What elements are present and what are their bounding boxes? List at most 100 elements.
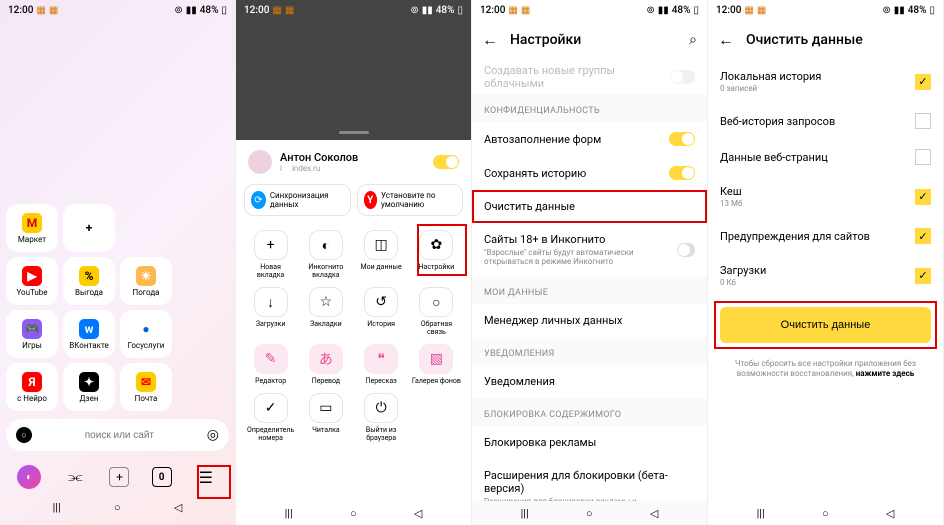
- user-toggle[interactable]: [433, 155, 459, 169]
- search-input[interactable]: [38, 430, 201, 441]
- share-icon[interactable]: ⫘: [63, 465, 87, 489]
- menu-item[interactable]: ▭Читалка: [299, 391, 352, 444]
- menu-icon: ▭: [309, 393, 343, 423]
- sync-pill[interactable]: ⟳Синхронизация данных: [244, 184, 351, 216]
- setting-row[interactable]: Менеджер личных данных: [472, 304, 707, 337]
- app-icon: ●: [136, 319, 156, 339]
- search-bar[interactable]: ○ ◎: [6, 419, 229, 451]
- recent-icon[interactable]: |||: [757, 507, 765, 520]
- toggle[interactable]: [669, 166, 695, 180]
- menu-label: Новая вкладка: [246, 263, 295, 279]
- recent-icon[interactable]: |||: [521, 507, 529, 520]
- app-tile[interactable]: ММаркет: [6, 204, 58, 252]
- app-tile[interactable]: %Выгода: [63, 257, 115, 305]
- menu-item[interactable]: ✎Редактор: [244, 342, 297, 387]
- checkbox[interactable]: [915, 113, 931, 129]
- checkbox[interactable]: ✓: [915, 74, 931, 90]
- check-row[interactable]: Кеш13 Мб✓: [708, 175, 943, 218]
- app-tile[interactable]: +: [63, 204, 115, 252]
- tabs-icon[interactable]: 0: [152, 467, 172, 487]
- app-tile[interactable]: Яс Нейро: [6, 363, 58, 411]
- browser-bottom-bar: ◐ ⫘ + 0 ☰: [6, 459, 229, 495]
- menu-item[interactable]: ⏻Выйти из браузера: [355, 391, 408, 444]
- setting-row[interactable]: Блокировка рекламы: [472, 426, 707, 459]
- back-icon[interactable]: ◁: [174, 501, 182, 514]
- menu-item[interactable]: ☆Закладки: [299, 285, 352, 338]
- drag-handle-icon[interactable]: [339, 131, 369, 134]
- back-icon[interactable]: ←: [482, 30, 498, 50]
- menu-label: Обратная связь: [412, 320, 461, 336]
- menu-item[interactable]: ❝Пересказ: [355, 342, 408, 387]
- search-icon[interactable]: ⌕: [689, 32, 697, 48]
- menu-item[interactable]: + Новая вкладка: [244, 228, 297, 281]
- app-tile[interactable]: wВКонтакте: [63, 310, 115, 358]
- toggle[interactable]: [670, 70, 695, 84]
- setting-row[interactable]: Автозаполнение форм: [472, 122, 707, 156]
- check-row[interactable]: Данные веб-страниц: [708, 139, 943, 175]
- battery-pct: 48%: [672, 5, 691, 16]
- row-label: Загрузки: [720, 264, 766, 277]
- setting-row[interactable]: Уведомления: [472, 365, 707, 398]
- checkbox[interactable]: [915, 149, 931, 165]
- menu-item[interactable]: ▧Галерея фонов: [410, 342, 463, 387]
- menu-icon[interactable]: ☰: [194, 465, 218, 489]
- user-row[interactable]: Антон Соколов iindex.ru: [244, 150, 463, 174]
- back-icon[interactable]: ◁: [414, 507, 422, 520]
- bottom-sheet: Антон Соколов iindex.ru ⟳Синхронизация д…: [236, 140, 471, 525]
- alice-icon[interactable]: ◐: [17, 465, 41, 489]
- menu-icon: ☆: [309, 287, 343, 317]
- menu-item[interactable]: あПеревод: [299, 342, 352, 387]
- menu-label: Настройки: [419, 263, 455, 271]
- checkbox[interactable]: ✓: [915, 189, 931, 205]
- checkbox[interactable]: ✓: [915, 228, 931, 244]
- app-icon-indicator: ▦: [285, 5, 294, 16]
- home-icon[interactable]: ○: [114, 501, 121, 514]
- home-icon[interactable]: ○: [586, 507, 593, 520]
- new-tab-icon[interactable]: +: [109, 467, 129, 487]
- checkbox[interactable]: ✓: [915, 268, 931, 284]
- default-pill[interactable]: YУстановите по умолчанию: [357, 184, 464, 216]
- battery-icon: ▯: [457, 5, 463, 16]
- app-tile[interactable]: ✉Почта: [120, 363, 172, 411]
- clear-button[interactable]: Очистить данные: [720, 307, 931, 343]
- menu-item[interactable]: ◫Мои данные: [355, 228, 408, 281]
- setting-row[interactable]: Сайты 18+ в Инкогнито"Взрослые" сайты бу…: [472, 223, 707, 276]
- app-tile[interactable]: ✦Дзен: [63, 363, 115, 411]
- home-icon[interactable]: ○: [822, 507, 829, 520]
- menu-label: Галерея фонов: [412, 377, 461, 385]
- toggle[interactable]: [677, 243, 695, 257]
- alice-icon[interactable]: ○: [16, 427, 32, 443]
- footnote-link[interactable]: нажмите здесь: [856, 369, 915, 378]
- app-tile[interactable]: 🎮Игры: [6, 310, 58, 358]
- back-icon[interactable]: ◁: [886, 507, 894, 520]
- row-sub: 13 Мб: [720, 199, 742, 208]
- setting-row[interactable]: Очистить данные: [472, 190, 707, 223]
- menu-item[interactable]: ✿Настройки: [410, 228, 463, 281]
- menu-item[interactable]: ✓Определитель номера: [244, 391, 297, 444]
- check-row[interactable]: Предупреждения для сайтов✓: [708, 218, 943, 254]
- camera-icon[interactable]: ◎: [207, 427, 219, 443]
- check-row[interactable]: Веб-история запросов: [708, 103, 943, 139]
- back-icon[interactable]: ◁: [650, 507, 658, 520]
- back-icon[interactable]: ←: [718, 30, 734, 50]
- menu-icon: ↺: [364, 287, 398, 317]
- status-bar: 12:00▦▦ ⊚▮▮48%▯: [236, 0, 471, 20]
- setting-row[interactable]: Создавать новые группы облачными: [472, 60, 707, 94]
- recent-icon[interactable]: |||: [285, 507, 293, 520]
- menu-item[interactable]: ↺История: [355, 285, 408, 338]
- backdrop[interactable]: [236, 20, 471, 140]
- check-row[interactable]: Локальная история0 записей✓: [708, 60, 943, 103]
- app-icon: ☀: [136, 266, 156, 286]
- recent-icon[interactable]: |||: [53, 501, 61, 514]
- check-row[interactable]: Загрузки0 Кб✓: [708, 254, 943, 297]
- menu-item[interactable]: ◐Инкогнито вкладка: [299, 228, 352, 281]
- setting-row[interactable]: Сохранять историю: [472, 156, 707, 190]
- app-tile[interactable]: ☀Погода: [120, 257, 172, 305]
- menu-icon: +: [254, 230, 288, 260]
- app-tile[interactable]: ●Госуслуги: [120, 310, 172, 358]
- app-tile[interactable]: ▶YouTube: [6, 257, 58, 305]
- home-icon[interactable]: ○: [350, 507, 357, 520]
- toggle[interactable]: [669, 132, 695, 146]
- menu-item[interactable]: ○Обратная связь: [410, 285, 463, 338]
- menu-item[interactable]: ↓Загрузки: [244, 285, 297, 338]
